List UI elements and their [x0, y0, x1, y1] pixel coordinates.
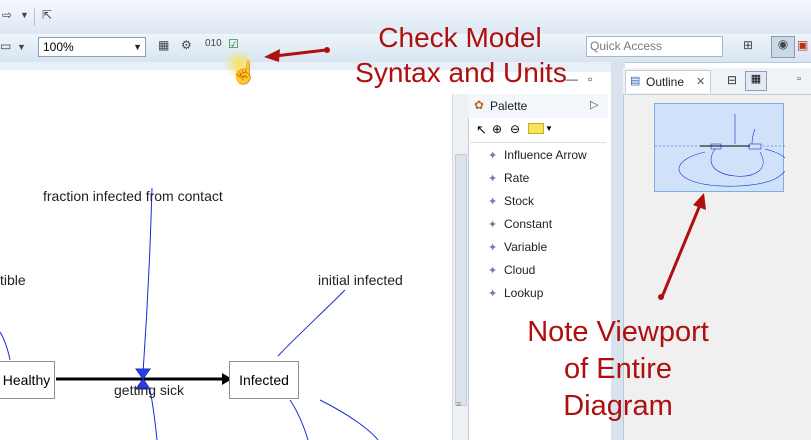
- tab-outline-label: Outline: [646, 75, 685, 89]
- rate-getting-sick[interactable]: getting sick: [114, 382, 184, 398]
- constant-initial-infected[interactable]: initial infected: [318, 272, 403, 288]
- palette-item-lookup[interactable]: ✦ Lookup: [488, 284, 543, 302]
- perspective-icon[interactable]: ◉: [771, 36, 795, 58]
- new-window-icon[interactable]: ⊞: [743, 38, 753, 52]
- forward-arrow-icon[interactable]: ⇨: [2, 8, 12, 22]
- annotation-check-model-line1: Check Model: [378, 22, 542, 53]
- stock-icon: ✦: [488, 196, 498, 208]
- note-icon[interactable]: [528, 123, 544, 134]
- influence-arrow[interactable]: [289, 399, 309, 440]
- palette-item-influence-arrow[interactable]: ✦ Influence Arrow: [488, 146, 587, 164]
- palette-item-label: Lookup: [504, 286, 544, 300]
- dropdown-arrow-icon[interactable]: ▼: [545, 124, 553, 133]
- diagram-canvas[interactable]: Healthy Infected fraction infected from …: [0, 70, 455, 440]
- palette-tools: ↖ ⊕ ⊖ ▼: [470, 120, 606, 143]
- outline-icon: ▤: [630, 75, 641, 87]
- zoom-in-icon[interactable]: ⊕: [492, 122, 502, 136]
- palette-item-rate[interactable]: ✦ Rate: [488, 169, 529, 187]
- palette-item-label: Constant: [504, 217, 553, 231]
- palette-icon: ✿: [474, 98, 485, 112]
- canvas-scrollbar[interactable]: ≡: [452, 94, 468, 440]
- rate-icon: ✦: [488, 173, 498, 185]
- palette-item-cloud[interactable]: ✦ Cloud: [488, 261, 535, 279]
- zoom-out-icon[interactable]: ⊖: [510, 122, 520, 136]
- outline-tab-bar: ▤ Outline ✕ ⊟ ▦ ▫: [623, 68, 811, 95]
- influence-arrow-icon: ✦: [488, 150, 498, 162]
- annotation-note-line1: Note Viewport: [527, 316, 709, 348]
- influence-arrow[interactable]: [277, 289, 346, 357]
- constant-icon: ✦: [488, 219, 498, 231]
- select-arrow-icon[interactable]: ↖: [476, 122, 487, 138]
- scroll-grip-icon: ≡: [456, 399, 462, 409]
- palette-item-label: Influence Arrow: [504, 148, 587, 162]
- palette-item-constant[interactable]: ✦ Constant: [488, 215, 552, 233]
- palette-item-variable[interactable]: ✦ Variable: [488, 238, 547, 256]
- influence-arrow[interactable]: [0, 331, 11, 361]
- palette-header: ✿ Palette ▷: [468, 94, 608, 118]
- minimize-icon[interactable]: ▫: [797, 73, 801, 85]
- grid-icon[interactable]: ▦: [158, 38, 169, 52]
- annotation-note-line2: of Entire: [564, 353, 672, 385]
- variable-fraction-infected[interactable]: fraction infected from contact: [43, 188, 223, 204]
- dropdown-arrow-icon[interactable]: ▼: [17, 42, 26, 52]
- gears-icon[interactable]: ⚙: [181, 38, 192, 52]
- stock-infected[interactable]: Infected: [229, 361, 299, 399]
- variable-icon: ✦: [488, 242, 498, 254]
- tree-icon[interactable]: ⊟: [727, 73, 737, 87]
- layout-icon[interactable]: ▭: [0, 39, 11, 53]
- outline-thumbnail-svg: [655, 113, 785, 187]
- scroll-thumb[interactable]: [455, 154, 467, 406]
- binary-icon[interactable]: 010: [205, 38, 222, 49]
- stock-infected-label: Infected: [239, 372, 289, 388]
- palette-title: Palette: [490, 99, 528, 113]
- collapse-palette-icon[interactable]: ▷: [590, 98, 598, 111]
- hand-cursor-icon: ☝: [230, 60, 258, 85]
- separator: [34, 8, 35, 26]
- pin-icon[interactable]: ⇱: [42, 8, 52, 22]
- influence-arrow[interactable]: [319, 399, 379, 440]
- palette-item-label: Rate: [504, 171, 530, 185]
- zoom-combo[interactable]: 100% ▼: [38, 37, 146, 57]
- stock-healthy[interactable]: Healthy: [0, 361, 55, 399]
- influence-arrow[interactable]: [142, 187, 153, 374]
- stock-susceptible-label[interactable]: tible: [0, 272, 26, 288]
- chevron-down-icon[interactable]: ▼: [133, 38, 142, 56]
- palette-item-label: Cloud: [504, 263, 536, 277]
- outline-viewport[interactable]: [654, 103, 785, 192]
- annotation-note-line3: Diagram: [563, 390, 673, 422]
- perspective-alt-icon[interactable]: ▣: [797, 38, 808, 52]
- quick-access-input[interactable]: Quick Access: [586, 36, 723, 57]
- stock-healthy-label: Healthy: [2, 372, 51, 388]
- close-icon[interactable]: ✕: [696, 75, 705, 88]
- palette-item-label: Stock: [504, 194, 535, 208]
- dropdown-arrow-icon[interactable]: ▼: [20, 10, 29, 20]
- lookup-icon: ✦: [488, 288, 498, 300]
- diagram-svg: [0, 187, 379, 440]
- annotation-check-model-line2: Syntax and Units: [355, 57, 567, 88]
- tab-outline[interactable]: ▤ Outline ✕: [625, 70, 711, 93]
- palette-item-stock[interactable]: ✦ Stock: [488, 192, 534, 210]
- palette-item-label: Variable: [504, 240, 548, 254]
- zoom-value: 100%: [43, 40, 74, 54]
- overview-toggle-icon[interactable]: ▦: [745, 71, 767, 91]
- cloud-icon: ✦: [488, 265, 498, 277]
